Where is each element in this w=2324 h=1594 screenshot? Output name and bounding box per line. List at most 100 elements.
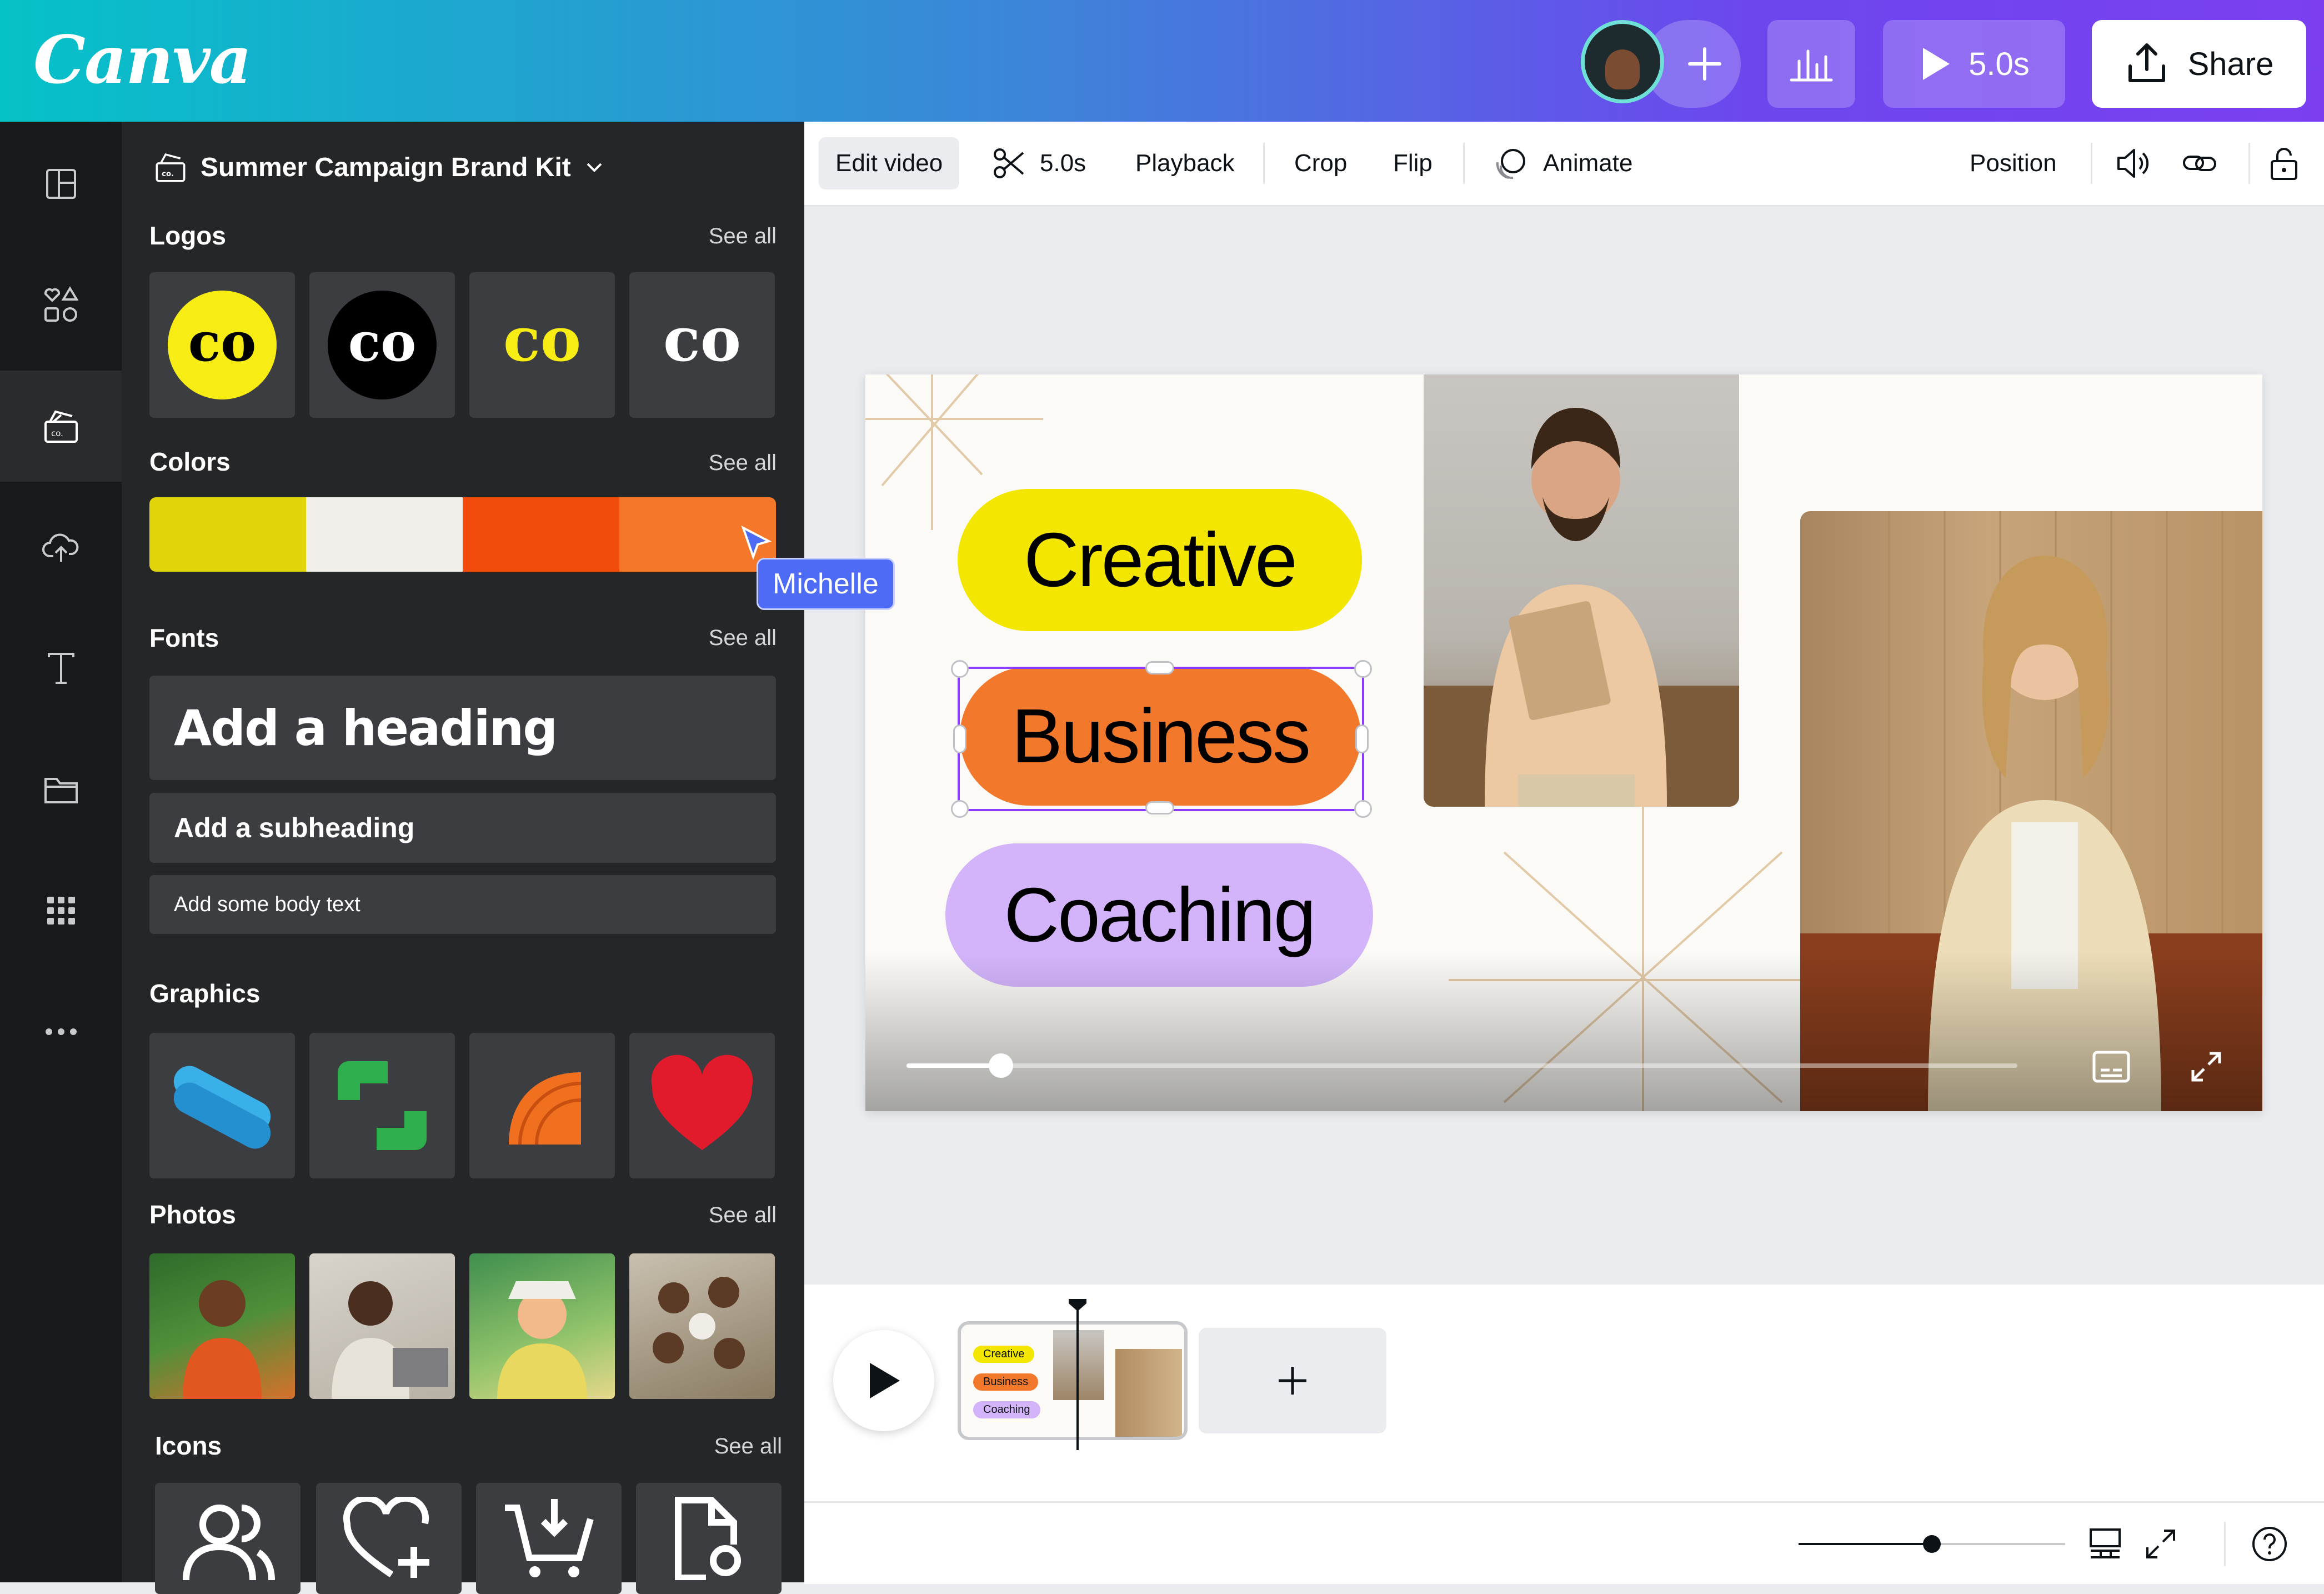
resize-handle[interactable] (951, 660, 969, 678)
photo-tile[interactable] (149, 1253, 295, 1399)
rail-more[interactable] (0, 976, 122, 1087)
rail-apps[interactable] (0, 855, 122, 966)
chevron-down-icon (587, 163, 602, 172)
icon-tile[interactable] (316, 1483, 462, 1594)
group-lying-photo (653, 1277, 745, 1369)
rail-text[interactable] (0, 613, 122, 724)
logo-tile[interactable]: co (469, 272, 615, 418)
resize-handle[interactable] (1145, 801, 1174, 815)
clip-thumb-woman (1115, 1349, 1182, 1437)
resize-handle[interactable] (953, 724, 966, 753)
user-avatar[interactable] (1581, 20, 1664, 103)
rail-projects[interactable] (0, 734, 122, 845)
insights-button[interactable] (1767, 20, 1855, 108)
video-progress-knob[interactable] (989, 1053, 1013, 1078)
playhead-line[interactable] (1076, 1305, 1079, 1450)
photos-heading: Photos (149, 1200, 236, 1229)
cart-download-icon (505, 1499, 594, 1577)
playhead-marker-icon[interactable] (1068, 1298, 1088, 1312)
color-swatch[interactable] (463, 497, 619, 572)
present-button[interactable]: 5.0s (1883, 20, 2065, 108)
trim-button[interactable]: 5.0s (992, 122, 1086, 205)
design-canvas[interactable]: Creative Business Coaching (865, 374, 2262, 1111)
link-icon (2183, 156, 2216, 171)
toolbar-divider (1263, 143, 1265, 184)
help-icon[interactable] (2251, 1525, 2288, 1563)
add-subheading-button[interactable]: Add a subheading (149, 793, 776, 863)
resize-handle[interactable] (1355, 724, 1369, 753)
position-label: Position (1970, 149, 2057, 177)
svg-text:co: co (188, 311, 256, 373)
tag-creative[interactable]: Creative (958, 489, 1362, 631)
video-controls-overlay (865, 952, 2262, 1111)
link-button[interactable] (2182, 122, 2217, 205)
logo-tile[interactable]: co (149, 272, 295, 418)
resize-handle[interactable] (951, 800, 969, 818)
icon-tile[interactable] (476, 1483, 622, 1594)
timeline-play-button[interactable] (833, 1330, 934, 1431)
playback-button[interactable]: Playback (1135, 122, 1235, 205)
add-heading-button[interactable]: Add a heading (149, 676, 776, 780)
photo-tile[interactable] (469, 1253, 615, 1399)
add-body-text-button[interactable]: Add some body text (149, 875, 776, 934)
apps-grid-icon (47, 897, 75, 925)
add-page-button[interactable] (1199, 1328, 1386, 1433)
fullscreen-icon[interactable] (2190, 1050, 2223, 1083)
svg-text:co.: co. (51, 428, 63, 438)
position-button[interactable]: Position (1970, 122, 2057, 205)
top-bar: Canva 5.0s Share (0, 0, 2324, 122)
fullscreen-icon[interactable] (2143, 1526, 2178, 1562)
layout-icon (46, 169, 76, 199)
icon-tile[interactable] (636, 1483, 782, 1594)
brand-kit-selector[interactable]: co. Summer Campaign Brand Kit (154, 151, 604, 184)
graphic-tile[interactable] (149, 1033, 295, 1178)
photo-bearded-man[interactable] (1424, 374, 1739, 807)
photos-see-all[interactable]: See all (709, 1203, 777, 1228)
lock-icon (2271, 148, 2297, 180)
color-swatch[interactable] (306, 497, 463, 572)
edit-video-button[interactable]: Edit video (819, 122, 960, 205)
zoom-slider-knob[interactable] (1923, 1535, 1941, 1553)
captions-icon[interactable] (2092, 1050, 2131, 1083)
toolbar-divider (1463, 143, 1465, 184)
co-logo-black-circle: co (328, 291, 437, 399)
volume-button[interactable] (2115, 122, 2151, 205)
rail-brand[interactable]: co. (0, 371, 122, 482)
resize-handle[interactable] (1354, 660, 1372, 678)
share-button[interactable]: Share (2092, 20, 2306, 108)
fonts-see-all[interactable]: See all (709, 626, 777, 651)
timeline-clip[interactable]: Creative Business Coaching (958, 1321, 1188, 1440)
graphic-tile[interactable] (469, 1033, 615, 1178)
logos-see-all[interactable]: See all (709, 224, 777, 249)
logo-tile[interactable]: co (309, 272, 455, 418)
canva-logo[interactable]: Canva (33, 21, 252, 98)
resize-handle[interactable] (1145, 661, 1174, 674)
crop-button[interactable]: Crop (1294, 122, 1347, 205)
bar-chart-icon (1790, 49, 1833, 82)
photo-tile[interactable] (309, 1253, 455, 1399)
timeline-panel: Creative Business Coaching (804, 1285, 2324, 1501)
icon-tile[interactable] (155, 1483, 300, 1594)
rail-elements[interactable] (0, 249, 122, 361)
graphic-tile[interactable] (309, 1033, 455, 1178)
zoom-slider[interactable] (1799, 1535, 2065, 1553)
flip-button[interactable]: Flip (1393, 122, 1433, 205)
man-laptop-photo (332, 1281, 448, 1399)
grid-view-icon[interactable] (2087, 1526, 2123, 1562)
clip-thumb-business: Business (973, 1373, 1039, 1391)
rail-uploads[interactable] (0, 492, 122, 603)
lock-button[interactable] (2268, 122, 2300, 205)
resize-handle[interactable] (1354, 800, 1372, 818)
text-icon (47, 653, 74, 684)
animate-button[interactable]: Animate (1493, 122, 1632, 205)
photo-tile[interactable] (629, 1253, 775, 1399)
video-progress-track[interactable] (906, 1053, 2017, 1078)
avatar-face (1605, 49, 1640, 89)
colors-see-all[interactable]: See all (709, 451, 777, 476)
graphic-tile[interactable] (629, 1033, 775, 1178)
logo-tile[interactable]: co (629, 272, 775, 418)
rail-design[interactable] (0, 128, 122, 239)
icons-see-all[interactable]: See all (714, 1434, 782, 1459)
color-swatch[interactable] (149, 497, 306, 572)
context-toolbar: Edit video 5.0s Playback Crop Flip Anima… (804, 122, 2324, 207)
